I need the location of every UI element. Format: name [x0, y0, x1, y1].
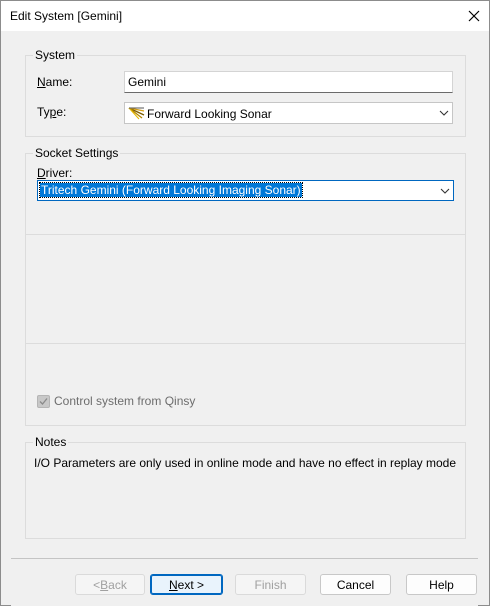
close-icon: [468, 10, 480, 22]
name-input[interactable]: [124, 71, 453, 93]
notes-legend: Notes: [33, 435, 69, 449]
name-label: Name:: [37, 75, 73, 89]
socket-separator-bottom: [26, 343, 465, 344]
title-bar: Edit System [Gemini]: [1, 1, 489, 31]
checkbox-box: [37, 394, 50, 408]
driver-select[interactable]: Tritech Gemini (Forward Looking Imaging …: [37, 180, 454, 201]
help-button[interactable]: Help: [406, 574, 477, 595]
driver-value: Tritech Gemini (Forward Looking Imaging …: [39, 182, 303, 198]
sonar-fan-icon: [128, 107, 145, 120]
window-title: Edit System [Gemini]: [10, 9, 123, 23]
chevron-down-icon: [439, 110, 449, 116]
footer-divider: [11, 558, 478, 559]
finish-button[interactable]: Finish: [235, 574, 306, 595]
control-system-label: Control system from Qinsy: [54, 394, 196, 408]
driver-label: Driver:: [37, 166, 73, 180]
chevron-down-icon: [440, 188, 450, 194]
system-group-legend: System: [33, 48, 78, 62]
socket-settings-legend: Socket Settings: [33, 146, 121, 160]
notes-group: Notes I/O Parameters are only used in on…: [25, 435, 466, 539]
socket-separator-top: [26, 234, 465, 235]
dialog-content: System Name: Type: Forward Looking Sonar: [11, 32, 478, 606]
type-label: Type:: [37, 105, 67, 119]
next-button[interactable]: Next >: [150, 574, 223, 595]
type-value: Forward Looking Sonar: [147, 107, 272, 121]
socket-settings-group: Socket Settings Driver: Tritech Gemini (…: [25, 146, 466, 426]
notes-text: I/O Parameters are only used in online m…: [34, 456, 457, 470]
edit-system-dialog: Edit System [Gemini] System Name: Type:: [0, 0, 490, 606]
back-button[interactable]: < Back: [75, 574, 145, 595]
cancel-button[interactable]: Cancel: [320, 574, 391, 595]
type-select[interactable]: Forward Looking Sonar: [124, 102, 453, 124]
close-button[interactable]: [459, 1, 489, 31]
system-group: System Name: Type: Forward Looking Sonar: [25, 48, 466, 137]
control-system-checkbox[interactable]: Control system from Qinsy: [37, 394, 195, 408]
checkmark-icon: [39, 397, 48, 405]
